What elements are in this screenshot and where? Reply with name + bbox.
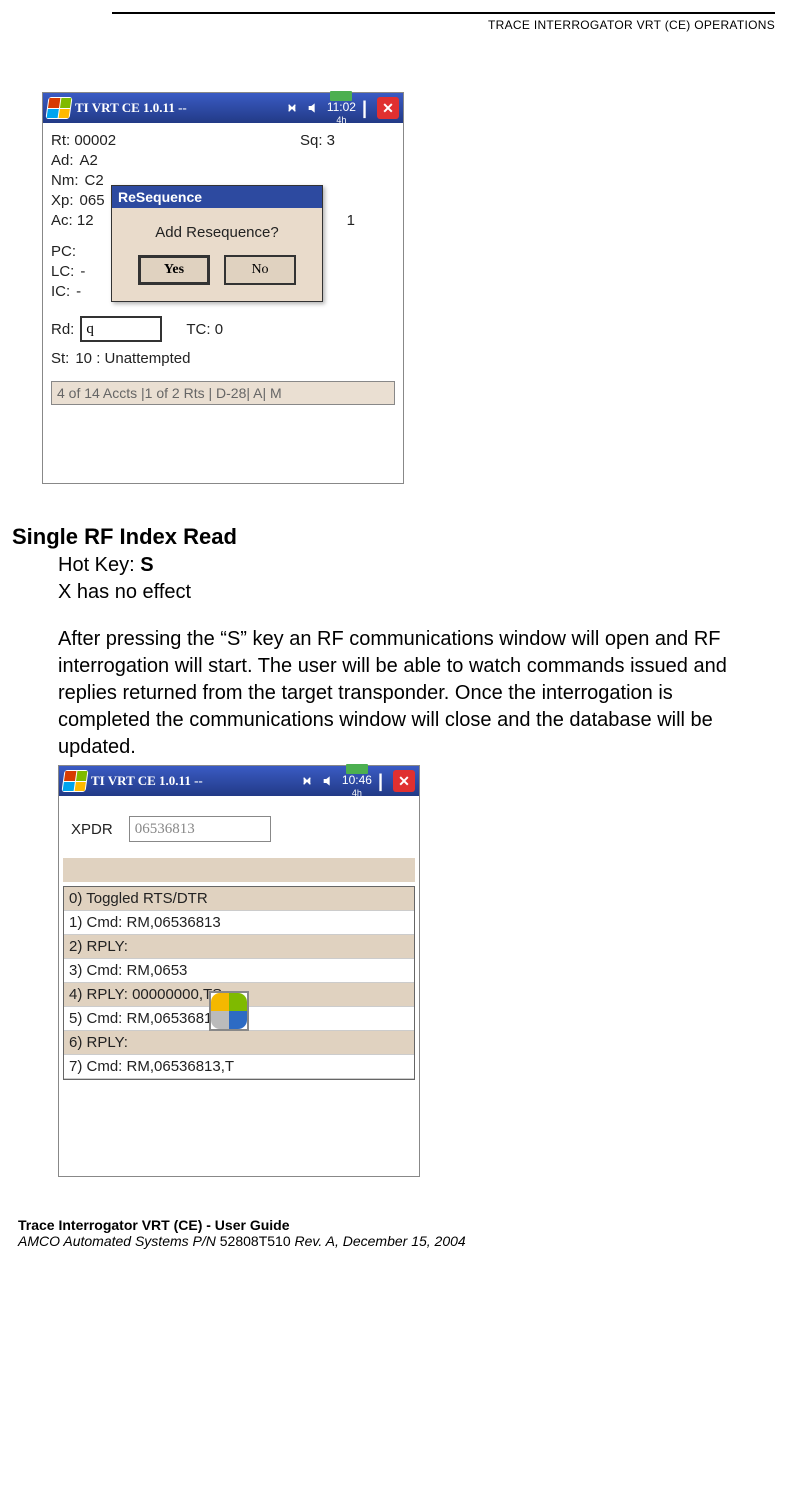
xpdr-input[interactable] xyxy=(129,816,271,842)
resequence-dialog: ReSequence Add Resequence? Yes No xyxy=(111,185,323,302)
close-icon[interactable]: ✕ xyxy=(377,97,399,119)
rt-value: 00002 xyxy=(74,132,116,149)
footer-title: Trace Interrogator VRT (CE) - User Guide xyxy=(18,1217,775,1233)
st-label: St: xyxy=(51,350,69,367)
tc-value: 0 xyxy=(215,321,223,338)
running-head: TRACE INTERROGATOR VRT (CE) OPERATIONS xyxy=(112,18,775,32)
list-item: 3) Cmd: RM,0653 xyxy=(64,959,414,983)
ad-value: A2 xyxy=(80,152,98,169)
footer-rev: AMCO Automated Systems P/N 52808T510 Rev… xyxy=(18,1233,775,1249)
dialog-title: ReSequence xyxy=(112,186,322,208)
ac-label: Ac: xyxy=(51,212,73,229)
titlebar: TI VRT CE 1.0.11 -- 11:02 4h | ✕ xyxy=(43,93,403,123)
xp-value: 065 xyxy=(80,192,105,209)
pc-label: PC: xyxy=(51,243,76,260)
clock: 11:02 4h xyxy=(327,101,356,125)
sq-value: 3 xyxy=(327,132,335,149)
ic-value: - xyxy=(76,283,81,300)
no-button[interactable]: No xyxy=(224,255,296,285)
section-heading: Single RF Index Read xyxy=(12,524,769,550)
clock: 10:46 4h xyxy=(342,774,372,798)
ad-label: Ad: xyxy=(51,152,74,169)
lc-label: LC: xyxy=(51,263,74,280)
close-icon[interactable]: ✕ xyxy=(393,770,415,792)
ac-value: 12 xyxy=(77,212,94,229)
app-title: TI VRT CE 1.0.11 -- xyxy=(91,773,203,789)
screen-body: Rt: 00002 Sq: 3 Ad: A2 Nm: C2 Xp: 065 Ac… xyxy=(43,123,403,483)
page-footer: Trace Interrogator VRT (CE) - User Guide… xyxy=(18,1217,775,1249)
start-menu-icon[interactable] xyxy=(61,770,88,792)
list-item: 1) Cmd: RM,06536813 xyxy=(64,911,414,935)
connectivity-icon[interactable] xyxy=(283,99,301,117)
hotkey-line: Hot Key: S xyxy=(58,552,769,579)
xp-label: Xp: xyxy=(51,192,74,209)
battery-icon xyxy=(346,764,368,774)
nm-value: C2 xyxy=(85,172,104,189)
accounts-statusbar: 4 of 14 Accts |1 of 2 Rts | D-28| A| M xyxy=(51,381,395,405)
pda-screenshot-resequence: TI VRT CE 1.0.11 -- 11:02 4h | ✕ Rt: 000… xyxy=(42,92,404,484)
nm-label: Nm: xyxy=(51,172,79,189)
clock-time: 11:02 xyxy=(327,100,356,114)
app-title: TI VRT CE 1.0.11 -- xyxy=(75,100,187,116)
pda-screenshot-rfcomm: TI VRT CE 1.0.11 -- 10:46 4h | ✕ XPDR xyxy=(58,765,420,1177)
blank-bar xyxy=(63,858,415,882)
rt-label: Rt: xyxy=(51,132,70,149)
speaker-icon[interactable] xyxy=(305,99,323,117)
titlebar: TI VRT CE 1.0.11 -- 10:46 4h | ✕ xyxy=(59,766,419,796)
sq-label: Sq: xyxy=(300,132,323,149)
section-paragraph: After pressing the “S” key an RF communi… xyxy=(58,626,769,761)
list-item: 0) Toggled RTS/DTR xyxy=(64,887,414,911)
rf-log-list: 0) Toggled RTS/DTR 1) Cmd: RM,06536813 2… xyxy=(63,886,415,1080)
dialog-prompt: Add Resequence? xyxy=(122,224,312,241)
st-value: 10 : Unattempted xyxy=(75,350,190,367)
tc-label: TC: xyxy=(186,321,210,338)
xpdr-label: XPDR xyxy=(71,821,113,838)
rd-input[interactable] xyxy=(80,316,162,342)
lc-value: - xyxy=(80,263,85,280)
screen-body: XPDR 0) Toggled RTS/DTR 1) Cmd: RM,06536… xyxy=(59,796,419,1176)
list-item: 7) Cmd: RM,06536813,T xyxy=(64,1055,414,1079)
titlebar-divider: | xyxy=(376,771,385,792)
rd-label: Rd: xyxy=(51,321,74,338)
titlebar-divider: | xyxy=(360,98,369,119)
header-rule xyxy=(112,12,775,14)
start-menu-icon[interactable] xyxy=(45,97,72,119)
list-item: 6) RPLY: xyxy=(64,1031,414,1055)
busy-spinner-icon xyxy=(209,991,249,1031)
connectivity-icon[interactable] xyxy=(298,772,316,790)
battery-icon xyxy=(330,91,352,101)
list-item: 2) RPLY: xyxy=(64,935,414,959)
speaker-icon[interactable] xyxy=(320,772,338,790)
clock-time: 10:46 xyxy=(342,773,372,787)
ic-label: IC: xyxy=(51,283,70,300)
ac-right-value: 1 xyxy=(347,212,355,229)
x-note: X has no effect xyxy=(58,579,769,606)
yes-button[interactable]: Yes xyxy=(138,255,210,285)
